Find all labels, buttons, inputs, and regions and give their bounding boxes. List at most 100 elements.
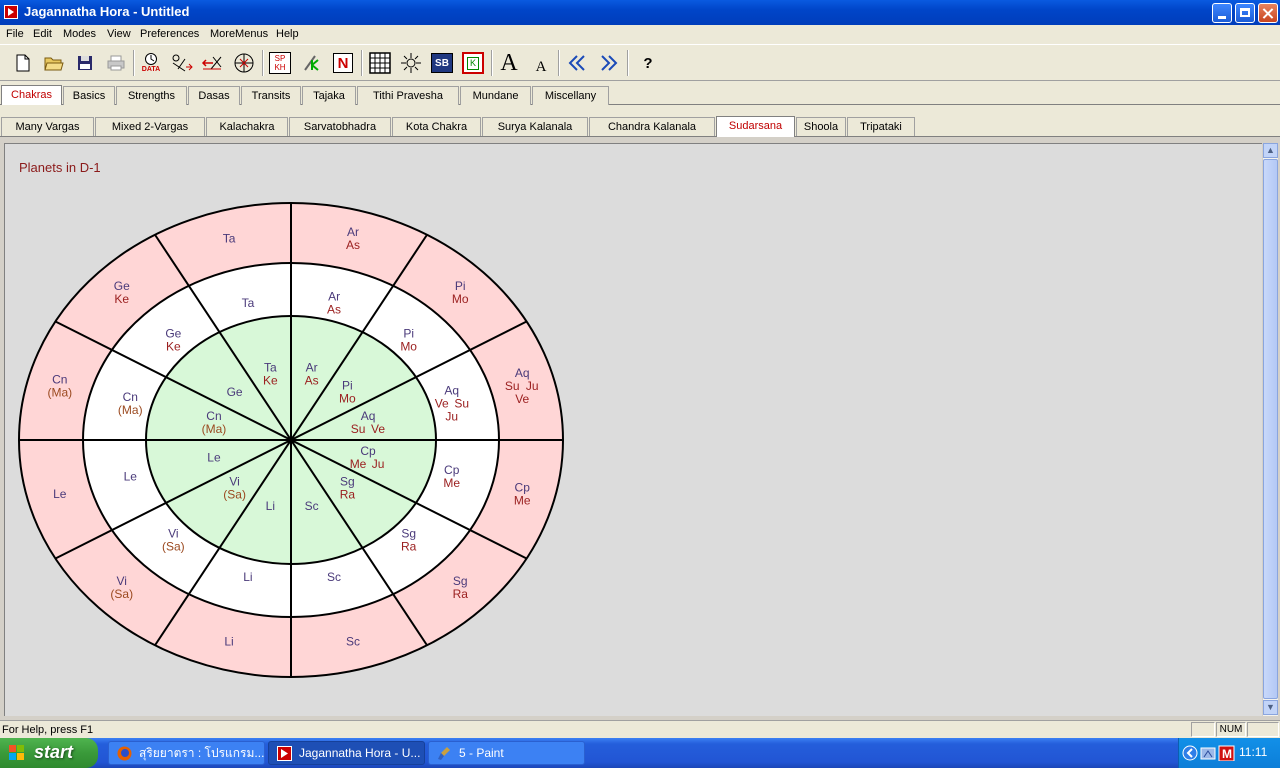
tray-icons[interactable]: M <box>1182 745 1236 761</box>
windows-logo-icon <box>9 745 26 762</box>
tab-miscellany[interactable]: Miscellany <box>532 86 609 105</box>
sign-label: Pi <box>455 279 466 293</box>
system-tray: M 11:11 <box>1178 738 1280 768</box>
planet-label: Mo <box>452 292 469 306</box>
middle-house-2: ArAs <box>327 290 341 317</box>
planet-label: As <box>305 374 319 388</box>
sphuta-kh-icon[interactable]: SP KH <box>268 51 292 75</box>
status-help-text: For Help, press F1 <box>2 724 94 736</box>
subtab-shoola[interactable]: Shoola <box>796 117 846 136</box>
menu-modes[interactable]: Modes <box>63 28 96 40</box>
maximize-button[interactable] <box>1235 3 1255 23</box>
subtab-kota-chakra[interactable]: Kota Chakra <box>392 117 481 136</box>
planet-label: Me <box>443 476 460 490</box>
sign-label: Cn <box>52 373 67 387</box>
menu-help[interactable]: Help <box>276 28 299 40</box>
save-icon[interactable] <box>73 51 97 75</box>
sun-icon[interactable] <box>399 51 423 75</box>
grid-chart-icon[interactable] <box>368 51 392 75</box>
sign-label: Le <box>124 470 138 484</box>
outer-house-11: GeKe <box>114 279 130 306</box>
subtab-chandra-kalanala[interactable]: Chandra Kalanala <box>589 117 715 136</box>
minimize-button[interactable] <box>1212 3 1232 23</box>
tab-transits[interactable]: Transits <box>241 86 301 105</box>
menu-edit[interactable]: Edit <box>33 28 52 40</box>
subtab-kalachakra[interactable]: Kalachakra <box>206 117 288 136</box>
kundali-icon[interactable]: K <box>461 51 485 75</box>
sign-label: Cp <box>360 444 376 458</box>
tab-strengths[interactable]: Strengths <box>116 86 187 105</box>
status-bar: For Help, press F1 NUM <box>0 720 1280 738</box>
status-num: NUM <box>1216 722 1246 737</box>
sign-label: Cn <box>123 390 138 404</box>
task-suriyayatra[interactable]: สุริยยาตรา : โปรแกรม... <box>108 741 265 765</box>
main-tab-row: Chakras Basics Strengths Dasas Transits … <box>0 81 1280 105</box>
next-icon[interactable] <box>597 51 621 75</box>
window-title: Jagannatha Hora - Untitled <box>24 4 190 19</box>
n-icon[interactable]: N <box>331 51 355 75</box>
menu-preferences[interactable]: Preferences <box>140 28 199 40</box>
sudarsana-chakra[interactable]: ArAsPiMoAqSu JuVeCpMeSgRaScLiVi(Sa)LeCn(M… <box>5 144 1261 716</box>
close-button[interactable] <box>1258 3 1278 23</box>
sign-label: Ar <box>347 225 359 239</box>
sign-label: Li <box>224 634 233 648</box>
transit-back-icon[interactable] <box>201 51 225 75</box>
tab-chakras[interactable]: Chakras <box>1 85 62 105</box>
subtab-surya-kalanala[interactable]: Surya Kalanala <box>482 117 588 136</box>
outer-house-7: Li <box>224 634 233 648</box>
planet-label: Su <box>351 422 366 436</box>
task-jagannatha-hora[interactable]: Jagannatha Hora - U... <box>268 741 425 765</box>
open-folder-icon[interactable] <box>42 51 66 75</box>
tab-mundane[interactable]: Mundane <box>460 86 531 105</box>
outer-house-5: SgRa <box>453 574 469 601</box>
tab-tithi-pravesha[interactable]: Tithi Pravesha <box>357 86 459 105</box>
sign-label: Li <box>243 570 252 584</box>
outer-house-9: Le <box>53 487 67 501</box>
help-icon[interactable]: ? <box>636 51 660 75</box>
previous-icon[interactable] <box>565 51 589 75</box>
birth-data-icon[interactable]: DATA <box>139 51 163 75</box>
scroll-up-button[interactable]: ▲ <box>1263 143 1278 158</box>
new-file-icon[interactable] <box>11 51 35 75</box>
subtab-sarvatobhadra[interactable]: Sarvatobhadra <box>289 117 391 136</box>
globe-icon[interactable] <box>232 51 256 75</box>
transit-arrow-icon[interactable] <box>170 51 194 75</box>
sign-label: Cp <box>444 463 460 477</box>
scroll-down-button[interactable]: ▼ <box>1263 700 1278 715</box>
subtab-many-vargas[interactable]: Many Vargas <box>1 117 94 136</box>
vertical-scrollbar[interactable]: ▲ ▼ <box>1262 143 1278 716</box>
print-icon[interactable] <box>104 51 128 75</box>
planet-label: Ke <box>114 292 129 306</box>
taskbar: start สุริยยาตรา : โปรแกรม... Jagannatha… <box>0 738 1280 768</box>
menu-file[interactable]: File <box>6 28 24 40</box>
font-smaller-icon[interactable]: A <box>529 55 553 79</box>
planet-label: Ra <box>340 488 356 502</box>
planet-label: (Sa) <box>223 488 246 502</box>
start-button[interactable]: start <box>0 738 98 768</box>
subtab-mixed-2-vargas[interactable]: Mixed 2-Vargas <box>95 117 205 136</box>
title-bar[interactable]: Jagannatha Hora - Untitled <box>0 0 1280 25</box>
middle-house-12: GeKe <box>165 326 181 353</box>
subtab-tripataki[interactable]: Tripataki <box>847 117 915 136</box>
tab-tajaka[interactable]: Tajaka <box>302 86 356 105</box>
planet-label: Mo <box>400 339 417 353</box>
menu-moremenus[interactable]: MoreMenus <box>210 28 268 40</box>
planet-label: Me <box>350 457 367 471</box>
font-larger-icon[interactable]: A <box>497 50 521 76</box>
scroll-thumb[interactable] <box>1263 159 1278 699</box>
planet-label: Ke <box>263 374 278 388</box>
tab-dasas[interactable]: Dasas <box>188 86 240 105</box>
chart-panel[interactable]: Ar As Pi Mo Aq Su Ju Ve Cp Me Sg Ra Sc Li Vi (Sa) Le Cn (M… <box>4 143 1262 716</box>
menu-view[interactable]: View <box>107 28 131 40</box>
middle-house-1: Ta <box>242 296 255 310</box>
task-paint[interactable]: 5 - Paint <box>428 741 585 765</box>
planet-label: Ju <box>445 409 458 423</box>
tab-basics[interactable]: Basics <box>63 86 115 105</box>
inner-house-10: Le <box>207 451 221 465</box>
subtab-sudarsana[interactable]: Sudarsana <box>716 116 795 137</box>
sarvatobhadra-icon[interactable]: SB <box>430 51 454 75</box>
outer-house-4: CpMe <box>514 480 531 507</box>
sign-label: Pi <box>342 378 353 392</box>
karaka-icon[interactable] <box>300 51 324 75</box>
planet-label: Mo <box>339 391 356 405</box>
